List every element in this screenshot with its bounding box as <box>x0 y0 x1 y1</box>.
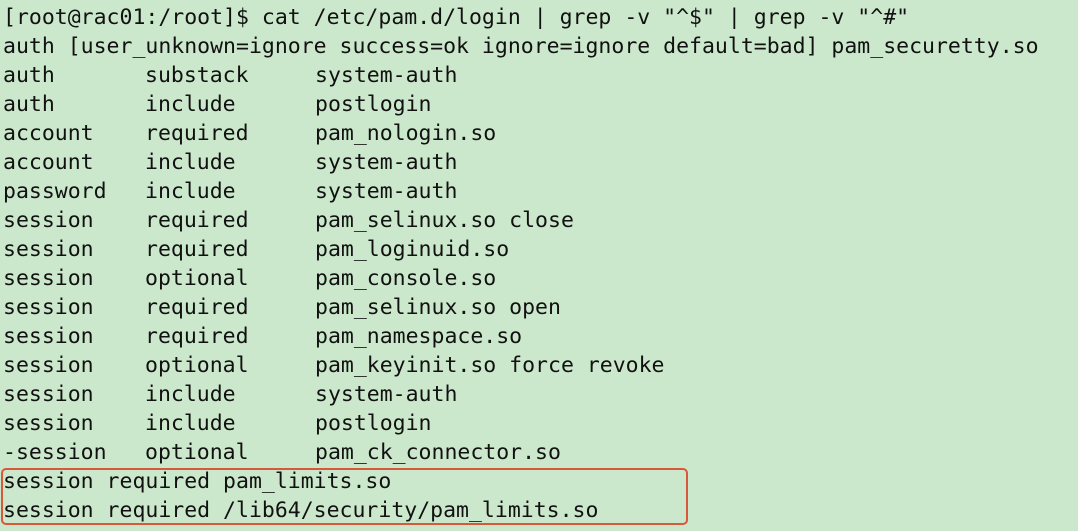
pam-type: session <box>3 411 94 436</box>
pam-type: -session <box>3 440 107 465</box>
pam-control: required <box>145 295 249 320</box>
pam-control: required <box>145 324 249 349</box>
pam-module: system-auth <box>315 179 458 204</box>
pam-type: auth <box>3 92 55 117</box>
pam-control: include <box>145 179 236 204</box>
pam-rule-row: session optional pam_console.so <box>3 264 1039 293</box>
highlight-annotation-box <box>1 468 688 525</box>
pam-control: required <box>145 208 249 233</box>
pam-rule-row: session required pam_namespace.so <box>3 322 1039 351</box>
pam-type: password <box>3 179 107 204</box>
pam-module: postlogin <box>315 92 432 117</box>
pam-module: pam_console.so <box>315 266 497 291</box>
pam-module: system-auth <box>315 63 458 88</box>
pam-rule-row: session optional pam_keyinit.so force revo… <box>3 351 1039 380</box>
output-line: auth [user_unknown=ignore success=ok ign… <box>3 34 1039 59</box>
pam-rule-row: session include system-auth <box>3 380 1039 409</box>
pam-type: auth <box>3 63 55 88</box>
pam-rules: auth substack system-auth auth include postlo… <box>3 61 1039 467</box>
pam-type: account <box>3 150 94 175</box>
pam-rule-row: password include system-auth <box>3 177 1039 206</box>
pam-control: include <box>145 411 236 436</box>
pam-control: include <box>145 92 236 117</box>
pam-module: postlogin <box>315 411 432 436</box>
pam-module: pam_keyinit.so force revoke <box>315 353 665 378</box>
pam-type: session <box>3 237 94 262</box>
pam-control: include <box>145 150 236 175</box>
pam-type: session <box>3 295 94 320</box>
pam-module: pam_namespace.so <box>315 324 523 349</box>
pam-control: substack <box>145 63 249 88</box>
pam-rule-row: account required pam_nologin.so <box>3 119 1039 148</box>
pam-module: pam_ck_connector.so <box>315 440 561 465</box>
pam-module: system-auth <box>315 382 458 407</box>
pam-type: session <box>3 353 94 378</box>
pam-rule-row: session required pam_loginuid.so <box>3 235 1039 264</box>
pam-rule-row: session required pam_selinux.so close <box>3 206 1039 235</box>
pam-module: pam_loginuid.so <box>315 237 510 262</box>
pam-type: session <box>3 324 94 349</box>
pam-rule-row: auth substack system-auth <box>3 61 1039 90</box>
pam-control: required <box>145 237 249 262</box>
pam-control: optional <box>145 353 249 378</box>
pam-control: include <box>145 382 236 407</box>
pam-control: optional <box>145 440 249 465</box>
terminal-window[interactable]: [root@rac01:/root]$ cat /etc/pam.d/login… <box>0 0 1078 531</box>
pam-module: pam_selinux.so open <box>315 295 561 320</box>
pam-rule-row: session include postlogin <box>3 409 1039 438</box>
pam-module: pam_selinux.so close <box>315 208 574 233</box>
pam-rule-row: account include system-auth <box>3 148 1039 177</box>
pam-control: required <box>145 121 249 146</box>
pam-rule-row: auth include postlogin <box>3 90 1039 119</box>
pam-rule-row: -session optional pam_ck_connector.so <box>3 438 1039 467</box>
pam-type: session <box>3 382 94 407</box>
terminal-output: [root@rac01:/root]$ cat /etc/pam.d/login… <box>3 3 1039 525</box>
pam-rule-row: session required pam_selinux.so open <box>3 293 1039 322</box>
pam-type: session <box>3 208 94 233</box>
pam-module: pam_nologin.so <box>315 121 497 146</box>
pam-module: system-auth <box>315 150 458 175</box>
command-line: [root@rac01:/root]$ cat /etc/pam.d/login… <box>3 5 910 30</box>
pam-control: optional <box>145 266 249 291</box>
pam-type: session <box>3 266 94 291</box>
pam-type: account <box>3 121 94 146</box>
